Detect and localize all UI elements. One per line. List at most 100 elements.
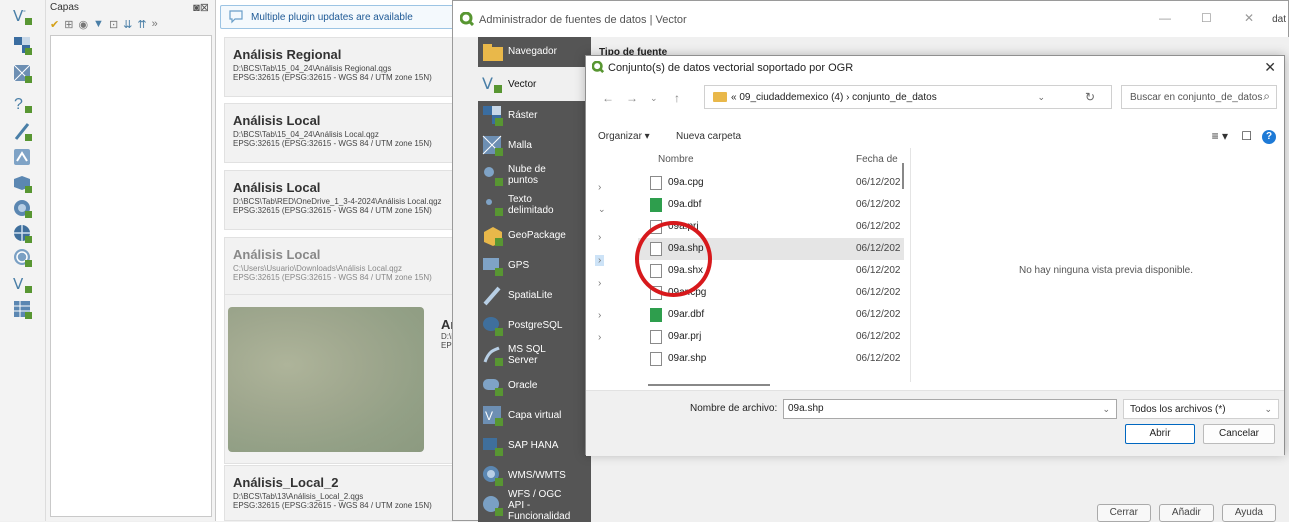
chevron-down-icon[interactable]: ⌄ xyxy=(598,204,606,215)
add-button[interactable]: Añadir xyxy=(1158,504,1214,522)
recent-project-card[interactable]: Análisis Local D:\BCS\Tab\15_04_24\Análi… xyxy=(224,103,478,163)
organize-menu[interactable]: Organizar ▾ xyxy=(598,131,650,142)
source-type-list: Navegador V Vector Ráster Malla Nube de … xyxy=(478,37,591,522)
add-group-icon[interactable]: ⊞ xyxy=(64,18,73,31)
highlight-annotation-circle xyxy=(635,221,712,297)
chevron-right-icon[interactable]: › xyxy=(598,278,601,289)
search-input[interactable]: Buscar en conjunto_de_datos ⌕ xyxy=(1121,85,1277,109)
project-path: D:\BCS\Tab\13\Análisis_Local_2.qgs xyxy=(233,492,364,501)
chevron-right-icon[interactable]: › xyxy=(598,182,601,193)
source-gps[interactable]: GPS xyxy=(478,251,591,281)
chevron-right-icon[interactable]: › xyxy=(598,332,601,343)
add-mesh-layer-icon[interactable] xyxy=(10,62,36,86)
close-icon[interactable]: ✕ xyxy=(1264,59,1276,76)
chevron-right-icon[interactable]: › xyxy=(598,232,601,243)
expand-all-icon[interactable]: ⇊ xyxy=(123,18,132,31)
file-row[interactable]: 09ar.prj 06/12/202 xyxy=(638,326,904,348)
layers-tree[interactable] xyxy=(50,35,212,517)
add-wms-icon[interactable] xyxy=(10,197,36,221)
chevron-down-icon: ⌄ xyxy=(1264,404,1272,414)
source-mssql[interactable]: MS SQL Server xyxy=(478,341,591,371)
open-button[interactable]: Abrir xyxy=(1125,424,1195,444)
maximize-icon[interactable]: ☐ xyxy=(1201,11,1212,25)
recent-project-card[interactable]: Análisis Local C:\Users\Usuario\Download… xyxy=(224,237,478,297)
source-wms-wmts[interactable]: WMS/WMTS xyxy=(478,461,591,491)
source-nube-de-puntos[interactable]: Nube de puntos xyxy=(478,161,591,191)
collapse-all-icon[interactable]: ⇈ xyxy=(137,18,146,31)
add-wfs-icon[interactable] xyxy=(10,246,36,270)
project-crs: EPSG:32615 (EPSG:32615 - WGS 84 / UTM zo… xyxy=(233,501,432,510)
style-icon[interactable]: ✔ xyxy=(50,18,59,31)
filename-field[interactable]: 09a.shp ⌄ xyxy=(783,399,1117,419)
source-navegador[interactable]: Navegador xyxy=(478,37,591,67)
add-wcs-icon[interactable] xyxy=(10,222,36,246)
file-row[interactable]: 09a.cpg 06/12/202 xyxy=(638,172,904,194)
add-delimited-text-icon[interactable]: ? xyxy=(10,92,36,116)
minimize-icon[interactable]: — xyxy=(1159,11,1171,25)
close-icon[interactable]: ✕ xyxy=(1244,11,1254,25)
column-header-date[interactable]: Fecha de xyxy=(856,154,898,165)
recent-locations-icon[interactable]: ⌄ xyxy=(650,93,658,104)
address-bar[interactable]: « 09_ciudaddemexico (4) › conjunto_de_da… xyxy=(704,85,1112,109)
source-sap-hana[interactable]: SAP HANA xyxy=(478,431,591,461)
forward-icon[interactable]: → xyxy=(626,91,638,105)
column-header-name[interactable]: Nombre xyxy=(658,154,694,165)
horizontal-scrollbar[interactable] xyxy=(648,384,770,386)
source-wfs-ogc[interactable]: WFS / OGC API - Funcionalidad xyxy=(478,489,591,522)
chevron-down-icon[interactable]: ⌄ xyxy=(1037,92,1045,103)
recent-project-card[interactable]: Análisis Regional D:\BCS\Tab\15_04_24\An… xyxy=(224,37,478,97)
add-postgis-icon[interactable] xyxy=(10,172,36,196)
source-postgresql[interactable]: PostgreSQL xyxy=(478,311,591,341)
svg-text:°: ° xyxy=(23,9,26,17)
plugin-update-notice[interactable]: Multiple plugin updates are available xyxy=(220,5,454,29)
source-oracle[interactable]: Oracle xyxy=(478,371,591,401)
source-spatialite[interactable]: SpatiaLite xyxy=(478,281,591,311)
navigation-tree: › ⌄ › › › › › xyxy=(588,148,632,382)
source-raster[interactable]: Ráster xyxy=(478,101,591,131)
source-vector[interactable]: V Vector xyxy=(478,67,591,101)
cancel-button[interactable]: Cancelar xyxy=(1203,424,1275,444)
dbf-file-icon xyxy=(650,308,662,322)
address-path: « 09_ciudaddemexico (4) › conjunto_de_da… xyxy=(731,92,937,103)
layers-toolbar: ✔ ⊞ ◉ ▼ ⊡ ⇊ ⇈ » xyxy=(50,14,158,34)
view-options-icon[interactable]: ≡ ▾ xyxy=(1212,129,1228,143)
preview-pane-icon[interactable]: ☐ xyxy=(1241,129,1252,143)
help-button[interactable]: Ayuda xyxy=(1221,504,1276,522)
source-malla[interactable]: Malla xyxy=(478,131,591,161)
chevron-right-icon[interactable]: › xyxy=(595,255,605,266)
up-icon[interactable]: ↑ xyxy=(674,91,680,105)
refresh-icon[interactable]: ↻ xyxy=(1085,90,1095,104)
back-icon[interactable]: ← xyxy=(602,91,614,105)
file-row[interactable]: 09a.dbf 06/12/202 xyxy=(638,194,904,216)
add-vector-layer-icon[interactable]: V ° xyxy=(10,4,36,28)
geopackage-icon xyxy=(484,227,503,246)
file-row[interactable]: 09ar.shp 06/12/202 xyxy=(638,348,904,370)
recent-project-card-thumbnail[interactable]: Análisi D:\BCS\T EPSG:326 xyxy=(224,294,482,464)
project-thumbnail-map xyxy=(228,307,424,452)
filter-legend-icon[interactable]: ⊡ xyxy=(109,18,118,31)
add-table-icon[interactable] xyxy=(10,298,36,322)
help-icon[interactable]: ? xyxy=(1262,130,1276,144)
chevron-right-icon[interactable]: › xyxy=(598,310,601,321)
recent-project-card[interactable]: Análisis Local D:\BCS\Tab\RED\OneDrive_1… xyxy=(224,170,478,230)
add-raster-layer-icon[interactable] xyxy=(10,34,36,58)
vertical-scrollbar[interactable] xyxy=(902,163,904,189)
new-shapefile-icon[interactable] xyxy=(10,120,36,144)
more-icon[interactable]: » xyxy=(152,18,158,30)
filter-icon[interactable]: ▼ xyxy=(93,18,104,30)
chevron-down-icon[interactable]: ⌄ xyxy=(1102,404,1110,415)
data-source-toolbar: V ° ? V xyxy=(0,0,46,521)
eye-icon[interactable]: ◉ xyxy=(78,18,88,31)
recent-project-card[interactable]: Análisis_Local_2 D:\BCS\Tab\13\Análisis_… xyxy=(224,465,478,521)
add-spatialite-icon[interactable] xyxy=(10,146,36,170)
source-capa-virtual[interactable]: V Capa virtual xyxy=(478,401,591,431)
file-row[interactable]: 09ar.dbf 06/12/202 xyxy=(638,304,904,326)
add-vector-tile-icon[interactable]: V xyxy=(10,272,36,296)
new-folder-button[interactable]: Nueva carpeta xyxy=(676,131,741,142)
close-button[interactable]: Cerrar xyxy=(1096,504,1151,522)
source-texto-delimitado[interactable]: Texto delimitado xyxy=(478,191,591,221)
file-type-filter[interactable]: Todos los archivos (*) ⌄ xyxy=(1123,399,1279,419)
source-geopackage[interactable]: GeoPackage xyxy=(478,221,591,251)
filter-value: Todos los archivos (*) xyxy=(1130,404,1226,415)
panel-float-close-icon[interactable]: ◙⊠ xyxy=(193,1,209,14)
